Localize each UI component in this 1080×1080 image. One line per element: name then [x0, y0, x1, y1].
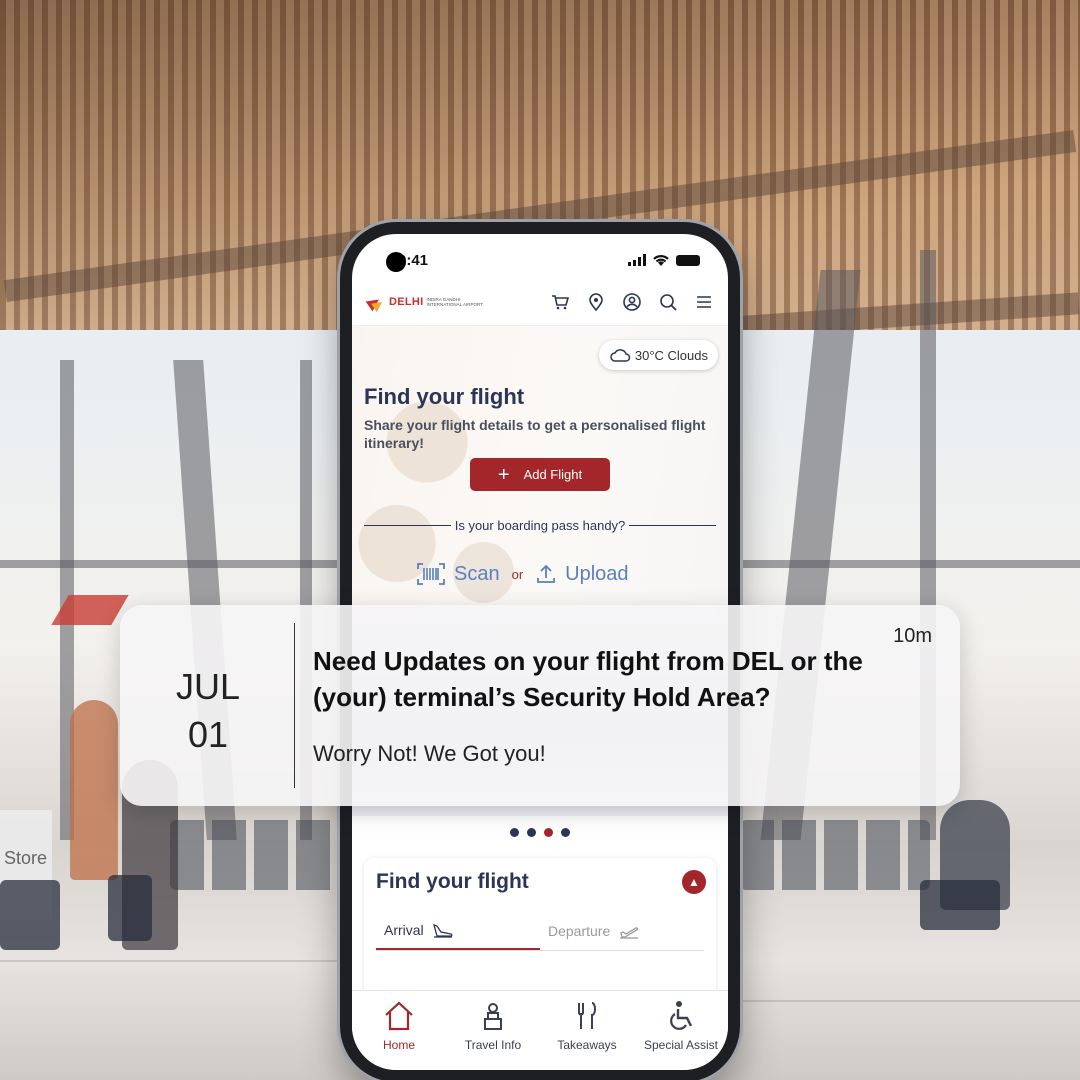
app-header: DELHI Indira Gandhi International Airpor… [352, 278, 728, 326]
scan-label: Scan [454, 562, 500, 585]
carousel-dot[interactable] [510, 828, 519, 837]
nav-special-assist[interactable]: Special Assist [641, 999, 721, 1070]
flight-type-tabs: Arrival Departure [376, 922, 704, 951]
status-bar: 9:41 [352, 234, 728, 278]
plus-icon: + [497, 463, 510, 486]
or-label: or [511, 566, 524, 582]
tab-arrival[interactable]: Arrival [376, 922, 540, 950]
push-notification[interactable]: JUL 01 Need Updates on your flight from … [120, 605, 960, 806]
find-flight-hero: 30°C Clouds Find your flight Share your … [352, 326, 728, 616]
upload-label: Upload [565, 562, 629, 585]
seating-row [170, 820, 340, 890]
nav-home[interactable]: Home [359, 999, 439, 1070]
logo-word: DELHI [389, 295, 424, 308]
divider-line [364, 525, 451, 526]
floor-line [740, 1000, 1080, 1002]
nav-takeaways-label: Takeaways [557, 1038, 617, 1052]
accessibility-icon [670, 1001, 693, 1030]
weather-chip[interactable]: 30°C Clouds [598, 340, 718, 370]
signal-icon [628, 254, 646, 266]
carousel-dot[interactable] [527, 828, 536, 837]
collapse-chevron-icon[interactable]: ▲ [682, 870, 706, 894]
notification-month: JUL [175, 666, 241, 707]
window-transom [740, 560, 1080, 568]
boarding-pass-divider: Is your boarding pass handy? [364, 518, 716, 533]
add-flight-label: Add Flight [523, 467, 583, 482]
nav-special-assist-label: Special Assist [643, 1038, 719, 1052]
wifi-icon [653, 254, 669, 266]
carousel-dot[interactable] [561, 828, 570, 837]
notification-time: 10m [893, 625, 932, 647]
home-icon [385, 1001, 413, 1031]
barcode-scan-icon [417, 563, 445, 585]
arrival-plane-icon [432, 923, 453, 938]
logo-mark-icon [368, 295, 386, 309]
store-sign-text: Store [4, 848, 48, 868]
scan-upload-row: Scan or Upload [416, 562, 629, 586]
hero-title: Find your flight [364, 384, 525, 409]
cloud-icon [610, 349, 631, 362]
notification-title: Need Updates on your flight from DEL or … [313, 646, 863, 712]
header-actions [550, 292, 714, 312]
upload-button[interactable]: Upload [535, 562, 629, 586]
seating-row [740, 820, 930, 890]
bottom-navigation: Home Travel Info Takeaways Special Assis… [352, 990, 728, 1070]
tab-departure-label: Departure [548, 923, 611, 939]
nav-travel-info-label: Travel Info [464, 1038, 522, 1052]
tab-departure[interactable]: Departure [540, 922, 704, 950]
upload-icon [537, 564, 556, 583]
divider-line [629, 525, 716, 526]
search-icon[interactable] [658, 292, 678, 312]
status-icons [628, 254, 700, 267]
logo-subtitle: Indira Gandhi International Airport [426, 296, 483, 307]
weather-text: 30°C Clouds [634, 347, 708, 363]
floor-line [0, 960, 340, 962]
nav-travel-info[interactable]: Travel Info [453, 999, 533, 1070]
notification-day: 01 [187, 714, 229, 755]
carousel-dots [352, 828, 728, 837]
suitcase [0, 880, 60, 950]
battery-icon [676, 254, 700, 266]
front-camera [386, 252, 406, 272]
carousel-dot-active[interactable] [544, 828, 553, 837]
window-transom [0, 560, 340, 568]
departure-plane-icon [620, 927, 639, 939]
menu-icon[interactable] [694, 292, 714, 312]
add-flight-button[interactable]: + Add Flight [470, 458, 610, 491]
tab-arrival-label: Arrival [384, 922, 424, 938]
profile-icon[interactable] [622, 292, 642, 312]
notification-body: Worry Not! We Got you! [313, 741, 546, 766]
travel-info-icon [484, 1003, 502, 1030]
suitcase [920, 880, 1000, 930]
nav-home-label: Home [382, 1038, 415, 1052]
hero-subtitle: Share your flight details to get a perso… [364, 417, 706, 451]
airport-logo[interactable]: DELHI Indira Gandhi International Airpor… [368, 295, 487, 309]
nav-takeaways[interactable]: Takeaways [547, 999, 627, 1070]
boarding-pass-prompt: Is your boarding pass handy? [454, 518, 626, 533]
cart-icon[interactable] [550, 292, 570, 312]
traveler [70, 700, 118, 880]
scan-button[interactable]: Scan [416, 562, 500, 586]
suitcase [108, 875, 152, 941]
find-card-title: Find your flight [376, 870, 529, 893]
notification-divider [294, 623, 295, 788]
location-icon[interactable] [586, 292, 606, 312]
notification-date: JUL 01 [158, 663, 258, 759]
takeaways-icon [578, 1002, 596, 1029]
